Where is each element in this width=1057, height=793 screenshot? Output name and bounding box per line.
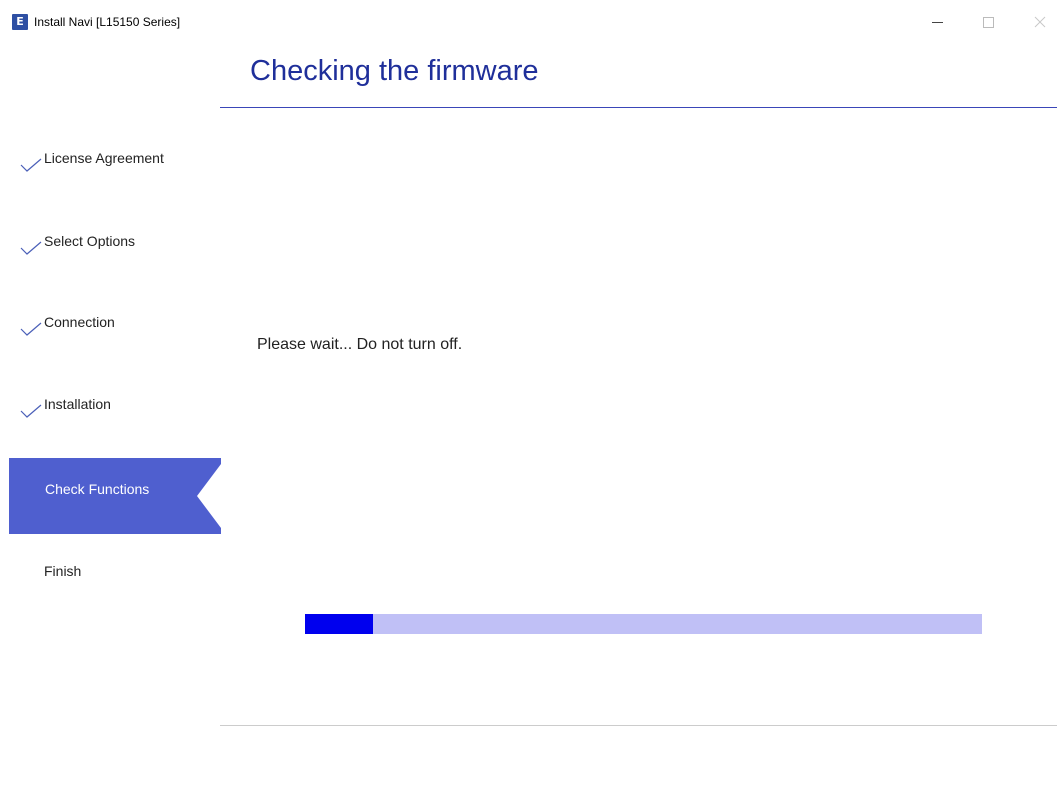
minimize-button[interactable] (915, 6, 961, 38)
checkmark-icon (20, 158, 42, 172)
maximize-button[interactable] (966, 6, 1012, 38)
step-label: Installation (44, 396, 111, 412)
step-label: Finish (44, 563, 82, 579)
window-title: Install Navi [L15150 Series] (34, 15, 181, 29)
progress-bar (305, 614, 982, 634)
footer-divider (220, 725, 1057, 726)
step-license-agreement: License Agreement (0, 146, 220, 186)
close-icon (1034, 16, 1046, 28)
step-label: Connection (44, 314, 115, 330)
step-label: License Agreement (44, 150, 164, 166)
step-connection: Connection (0, 310, 220, 350)
checkmark-icon (20, 241, 42, 255)
installer-window: E Install Navi [L15150 Series] Checking … (0, 0, 1057, 793)
step-label: Check Functions (45, 481, 150, 497)
step-sidebar: License Agreement Select Options Connect… (0, 38, 221, 793)
step-finish: Finish (0, 559, 220, 599)
checkmark-icon (20, 404, 42, 418)
status-message: Please wait... Do not turn off. (257, 336, 463, 353)
epson-app-icon: E (12, 14, 28, 30)
step-installation: Installation (0, 392, 220, 432)
step-check-functions: Check Functions (9, 458, 221, 534)
step-label: Select Options (44, 233, 136, 249)
progress-fill (305, 614, 373, 634)
page-title: Checking the firmware (250, 55, 539, 87)
title-bar[interactable]: E Install Navi [L15150 Series] (0, 6, 1057, 38)
checkmark-icon (20, 322, 42, 336)
maximize-icon (983, 17, 994, 28)
close-button[interactable] (1017, 6, 1057, 38)
step-select-options: Select Options (0, 229, 220, 269)
header-divider (220, 107, 1057, 108)
minimize-icon (932, 22, 943, 23)
